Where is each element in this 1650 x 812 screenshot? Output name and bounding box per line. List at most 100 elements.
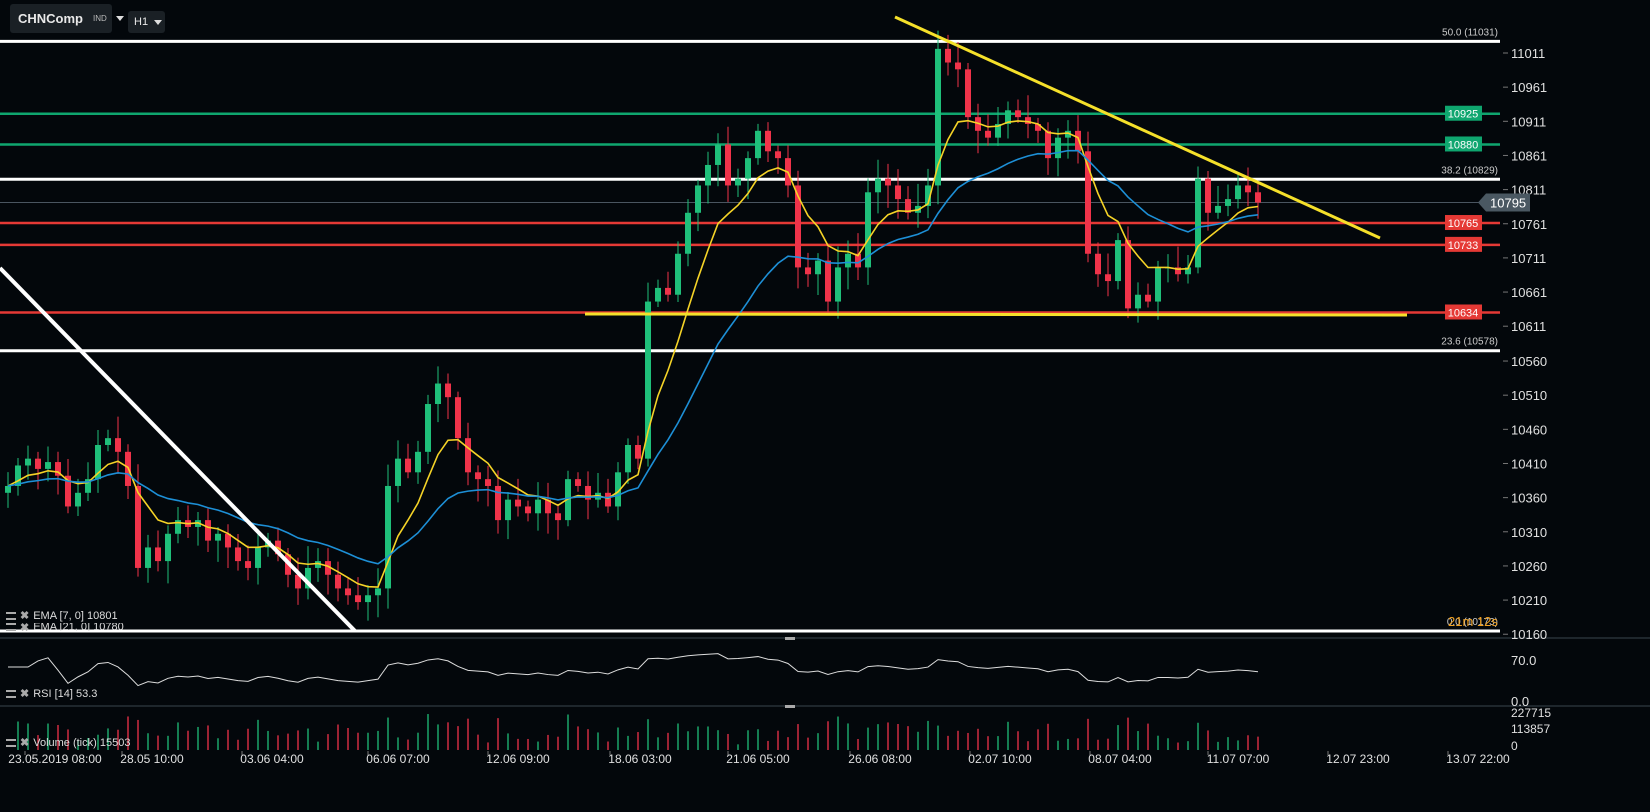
ema21-label: EMA [21, 0] 10780 xyxy=(33,623,124,631)
x-tick-label: 18.06 03:00 xyxy=(608,752,672,766)
candle-down xyxy=(245,561,251,568)
countdown-timer: 21m 12s xyxy=(1448,614,1498,629)
candle-down xyxy=(155,547,161,562)
candle-up xyxy=(835,267,841,302)
y-tick-label: 10961 xyxy=(1511,80,1547,95)
close-icon[interactable]: ✖ xyxy=(20,609,29,622)
candle-down xyxy=(115,438,121,452)
candle-up xyxy=(1225,199,1231,206)
candle-down xyxy=(465,438,471,473)
rsi-line xyxy=(8,653,1259,687)
candle-up xyxy=(845,253,851,268)
candle-down xyxy=(895,185,901,200)
x-tick-label: 02.07 10:00 xyxy=(968,752,1032,766)
trading-chart[interactable]: 1101110961109111086110811107611071110661… xyxy=(0,0,1650,812)
candle-down xyxy=(965,69,971,118)
candle-up xyxy=(815,260,821,275)
rsi-tick-label: 70.0 xyxy=(1511,653,1536,668)
candle-up xyxy=(25,458,31,466)
candle-down xyxy=(985,130,991,138)
candle-up xyxy=(105,438,111,445)
close-icon[interactable]: ✖ xyxy=(20,623,29,631)
symbol-name: CHNComp xyxy=(18,11,83,26)
candle-down xyxy=(525,506,531,514)
candle-up xyxy=(385,485,391,589)
y-tick-label: 10260 xyxy=(1511,559,1547,574)
candle-up xyxy=(715,144,721,165)
candle-down xyxy=(355,595,361,603)
candle-down xyxy=(1245,185,1251,193)
candle-down xyxy=(335,574,341,589)
candle-down xyxy=(345,588,351,596)
ema21-legend: ✖ EMA [21, 0] 10780 xyxy=(6,623,124,631)
candle-down xyxy=(1125,240,1131,309)
timeframe-selector[interactable]: H1 xyxy=(128,11,165,33)
candle-down xyxy=(235,547,241,562)
candle-down xyxy=(1145,294,1151,302)
close-icon[interactable]: ✖ xyxy=(20,736,29,749)
candle-up xyxy=(505,499,511,521)
y-tick-label: 10210 xyxy=(1511,593,1547,608)
symbol-selector[interactable]: CHNComp IND xyxy=(10,4,124,33)
x-tick-label: 12.06 09:00 xyxy=(486,752,550,766)
panel-resize-handle[interactable] xyxy=(785,705,795,708)
candle-up xyxy=(165,533,171,562)
settings-icon[interactable] xyxy=(6,611,16,620)
candle-up xyxy=(395,458,401,486)
settings-icon[interactable] xyxy=(6,623,16,631)
y-tick-label: 10410 xyxy=(1511,456,1547,471)
settings-icon[interactable] xyxy=(6,689,16,698)
candle-up xyxy=(1215,205,1221,213)
candle-down xyxy=(605,492,611,507)
candle-up xyxy=(5,485,11,493)
candle-up xyxy=(1115,240,1121,282)
candle-down xyxy=(635,444,641,459)
fib-level-label: 38.2 (10829) xyxy=(1441,165,1498,176)
y-tick-label: 10360 xyxy=(1511,491,1547,506)
x-tick-label: 11.07 07:00 xyxy=(1207,752,1270,766)
candle-up xyxy=(735,178,741,186)
chevron-down-icon xyxy=(115,16,124,21)
x-tick-label: 28.05 10:00 xyxy=(120,752,184,766)
y-tick-label: 10160 xyxy=(1511,627,1547,642)
candle-down xyxy=(1095,253,1101,275)
candle-up xyxy=(425,404,431,452)
x-tick-label: 03.06 04:00 xyxy=(240,752,304,766)
candle-up xyxy=(535,499,541,514)
candle-up xyxy=(875,178,881,193)
candle-up xyxy=(675,253,681,295)
x-tick-label: 23.05.2019 08:00 xyxy=(8,752,102,766)
level-tag-label: 10733 xyxy=(1448,240,1479,252)
y-tick-label: 10761 xyxy=(1511,217,1547,232)
fib-level-label: 23.6 (10578) xyxy=(1441,337,1498,348)
candle-down xyxy=(1205,178,1211,213)
candle-up xyxy=(695,185,701,213)
y-tick-label: 10861 xyxy=(1511,148,1547,163)
candle-up xyxy=(745,158,751,179)
y-tick-label: 11011 xyxy=(1511,46,1545,61)
candle-up xyxy=(255,547,261,568)
panel-resize-handle[interactable] xyxy=(785,637,795,640)
close-icon[interactable]: ✖ xyxy=(20,687,29,700)
candle-down xyxy=(455,397,461,439)
candle-up xyxy=(375,588,381,596)
candle-down xyxy=(945,48,951,63)
candle-up xyxy=(145,547,151,568)
settings-icon[interactable] xyxy=(6,738,16,747)
candle-down xyxy=(485,479,491,486)
candle-up xyxy=(625,444,631,473)
candle-down xyxy=(765,130,771,152)
candle-down xyxy=(515,499,521,507)
y-tick-label: 10560 xyxy=(1511,354,1547,369)
x-tick-label: 12.07 23:00 xyxy=(1326,752,1390,766)
y-tick-label: 10510 xyxy=(1511,388,1547,403)
candle-down xyxy=(555,513,561,521)
ema21-line xyxy=(7,149,1259,565)
candle-up xyxy=(655,287,661,302)
volume-tick-label: 0 xyxy=(1511,739,1518,753)
level-tag-label: 10880 xyxy=(1448,139,1479,151)
candle-down xyxy=(805,267,811,275)
y-tick-label: 10911 xyxy=(1511,114,1546,129)
candle-down xyxy=(205,520,211,541)
x-tick-label: 26.06 08:00 xyxy=(848,752,912,766)
